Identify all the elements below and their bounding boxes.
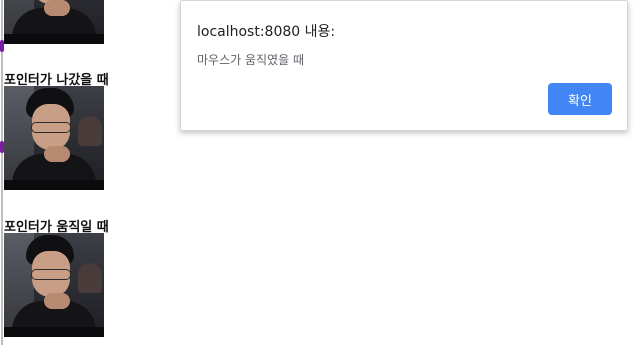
pointer-out-photo[interactable]	[4, 86, 104, 190]
photo-monitor	[4, 34, 104, 44]
alert-message: 마우스가 움직였을 때	[197, 53, 304, 67]
photo-monitor	[4, 180, 104, 190]
person-photo[interactable]	[4, 0, 104, 44]
pointer-move-photo[interactable]	[4, 233, 104, 337]
photo-monitor	[4, 327, 104, 337]
alert-ok-button[interactable]: 확인	[548, 83, 612, 115]
alert-dialog: localhost:8080 내용: 마우스가 움직였을 때 확인	[180, 0, 628, 131]
photo-background-person	[78, 263, 102, 293]
photo-hand	[44, 146, 70, 162]
photo-background-person	[78, 116, 102, 146]
photo-hand	[44, 0, 70, 16]
photo-glasses	[31, 269, 71, 280]
browser-page: 포인터가 나갔을 때 포인터가 움직일 때 localhost:8080 내용:…	[0, 0, 638, 345]
photo-glasses	[31, 122, 71, 133]
alert-title: localhost:8080 내용:	[197, 24, 336, 40]
photo-hand	[44, 293, 70, 309]
